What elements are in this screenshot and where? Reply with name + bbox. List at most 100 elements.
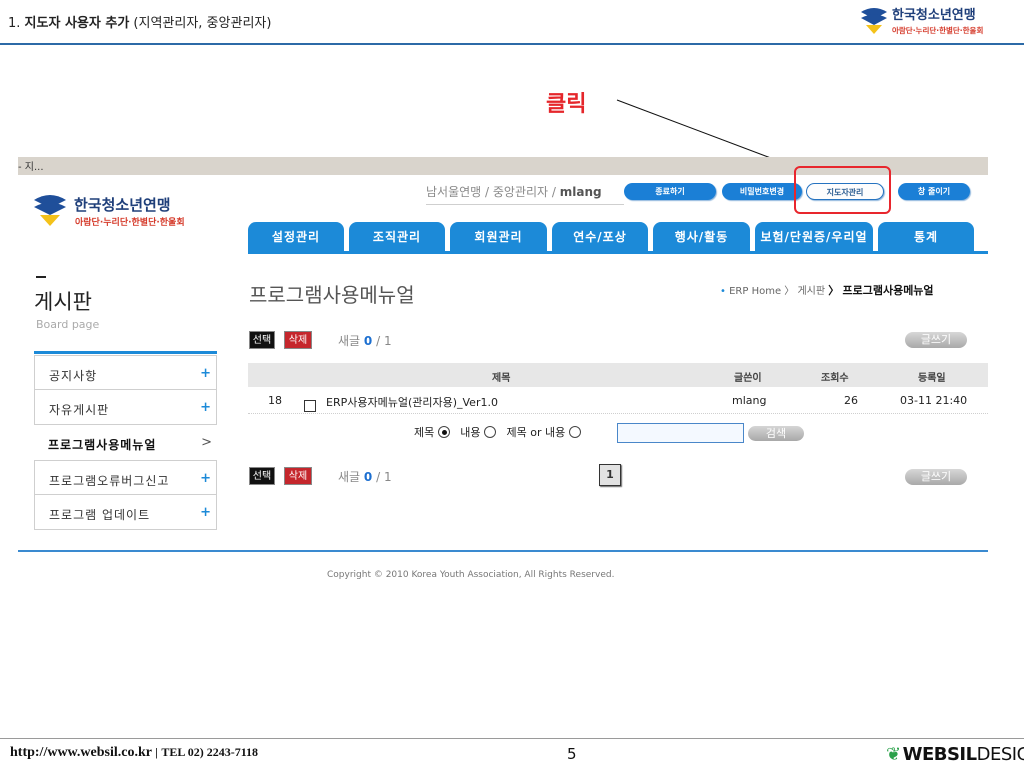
new-label: 새글 (338, 334, 361, 348)
copyright: Copyright © 2010 Korea Youth Association… (327, 570, 615, 580)
slide-logo-name: 한국청소년연맹 (892, 7, 976, 23)
delete-button[interactable]: 삭제 (284, 331, 312, 349)
search-options: 제목 내용 제목 or 내용 (414, 424, 581, 440)
nav-tab-organization[interactable]: 조직관리 (349, 222, 445, 252)
sidebar-item-label: 프로그램오류버그신고 (49, 474, 170, 488)
slide-title-number: 1. (8, 16, 21, 31)
brand-light: DESIGN (976, 744, 1024, 765)
kya-emblem-icon (34, 195, 66, 226)
column-author: 글쓴이 (734, 373, 762, 384)
breadcrumb-current: 프로그램사용메뉴얼 (842, 284, 934, 297)
plus-icon: + (200, 366, 212, 381)
new-label: 새글 (338, 470, 361, 484)
count-separator: / (372, 470, 384, 484)
radio-title-or-content[interactable] (568, 426, 581, 438)
click-highlight-box (794, 166, 891, 214)
plus-icon: + (200, 471, 212, 486)
page-title: 프로그램사용메뉴얼 (249, 283, 415, 307)
sidebar-item-label: 프로그램사용메뉴얼 (48, 438, 157, 452)
bullet-icon: • (720, 286, 726, 297)
brand-bold: WEBSIL (902, 744, 978, 765)
breadcrumb-home[interactable]: ERP Home (729, 286, 781, 297)
sidebar-item-label: 공지사항 (49, 369, 98, 383)
nav-tab-settings[interactable]: 설정관리 (248, 222, 344, 252)
page-number-current[interactable]: 1 (599, 464, 621, 486)
row-date: 03-11 21:40 (900, 394, 968, 407)
slide-title-main: 지도자 사용자 추가 (24, 16, 130, 31)
nav-tab-members[interactable]: 회원관리 (450, 222, 547, 252)
post-count-bottom: 새글 0 / 1 (338, 468, 392, 485)
sidebar-menu: 공지사항 + 자유게시판 + 프로그램사용메뉴얼 > 프로그램오류버그신고 + … (34, 355, 217, 530)
site-logo-sub: 아람단·누리단·한별단·한울회 (75, 216, 185, 228)
sidebar-item-label: 자유게시판 (49, 403, 110, 417)
delete-button-bottom[interactable]: 삭제 (284, 467, 312, 485)
sidebar-top-rule (34, 351, 217, 354)
slide-header-rule (0, 43, 1024, 45)
table-header: 제목 글쓴이 조회수 등록일 (248, 363, 988, 387)
board-title: 게시판 (34, 290, 92, 314)
radio-title[interactable] (437, 426, 450, 438)
nav-tab-insurance[interactable]: 보험/단원증/우리얼 (755, 222, 873, 252)
user-id: mlang (559, 185, 602, 199)
search-opt-both-label: 제목 or 내용 (506, 426, 566, 439)
breadcrumb: • ERP Home 〉 게시판 〉 프로그램사용메뉴얼 (720, 282, 934, 298)
user-region: 남서울연맹 (426, 185, 482, 199)
row-author: mlang (732, 394, 767, 407)
column-views: 조회수 (821, 373, 849, 384)
sidebar-item-program-update[interactable]: 프로그램 업데이트 + (34, 495, 217, 530)
select-button[interactable]: 선택 (249, 331, 275, 349)
kya-emblem-icon (861, 8, 887, 34)
column-title: 제목 (492, 373, 511, 384)
slide-footer-contact: http://www.websil.co.kr | TEL 02) 2243-7… (10, 745, 258, 761)
footer-rule (18, 550, 988, 552)
post-count: 새글 0 / 1 (338, 332, 392, 349)
nav-tab-events[interactable]: 행사/활동 (653, 222, 750, 252)
search-opt-content-label: 내용 (460, 426, 481, 439)
user-info-separator: / (481, 185, 493, 199)
logout-button[interactable]: 종료하기 (624, 183, 716, 200)
minimize-window-button[interactable]: 창 줄이기 (898, 183, 970, 200)
search-input[interactable] (617, 423, 744, 443)
click-annotation: 클릭 (546, 92, 587, 117)
slide-logo: 한국청소년연맹 아람단·누리단·한별단·한울회 (861, 7, 983, 35)
contact-separator: | (155, 745, 158, 759)
write-button[interactable]: 글쓰기 (905, 332, 967, 348)
checkbox-icon (304, 400, 316, 412)
chevron-right-icon: > (201, 435, 213, 450)
search-opt-title-label: 제목 (414, 426, 435, 439)
slide-logo-sub: 아람단·누리단·한별단·한울회 (892, 25, 983, 35)
user-info: 남서울연맹 / 중앙관리자 / mlang (426, 183, 624, 205)
board-subtitle: Board page (36, 318, 100, 331)
user-info-separator: / (548, 185, 560, 199)
plus-icon: + (200, 505, 212, 520)
radio-content[interactable] (484, 426, 496, 438)
change-password-button[interactable]: 비밀번호변경 (722, 183, 802, 200)
breadcrumb-separator: 〉 (784, 286, 795, 297)
website-url[interactable]: http://www.websil.co.kr (10, 745, 152, 760)
write-button-bottom[interactable]: 글쓰기 (905, 469, 967, 485)
row-title-link[interactable]: ERP사용자메뉴얼(관리자용)_Ver1.0 (326, 394, 498, 410)
nav-tab-training[interactable]: 연수/포상 (552, 222, 648, 252)
nav-tab-statistics[interactable]: 통계 (878, 222, 974, 252)
board-dash (36, 276, 46, 278)
breadcrumb-board[interactable]: 게시판 (797, 286, 825, 297)
site-logo-name: 한국청소년연맹 (74, 196, 171, 214)
phone-number: TEL 02) 2243-7118 (161, 745, 259, 759)
sidebar-item-program-manual[interactable]: 프로그램사용메뉴얼 > (34, 425, 217, 460)
sidebar-item-notice[interactable]: 공지사항 + (34, 355, 217, 390)
count-separator: / (372, 334, 384, 348)
websil-leaf-icon: ❦ (886, 744, 901, 765)
websil-logo: ❦WEBSILDESIGN (886, 744, 1024, 765)
slide-page-number: 5 (567, 745, 577, 763)
select-button-bottom[interactable]: 선택 (249, 467, 275, 485)
column-date: 등록일 (918, 373, 946, 384)
plus-icon: + (200, 400, 212, 415)
sidebar-item-bug-report[interactable]: 프로그램오류버그신고 + (34, 460, 217, 495)
breadcrumb-separator: 〉 (828, 284, 840, 297)
row-number: 18 (268, 394, 282, 407)
slide-title-sub: (지역관리자, 중앙관리자) (133, 16, 272, 31)
search-button[interactable]: 검색 (748, 426, 804, 441)
sidebar-item-free-board[interactable]: 자유게시판 + (34, 390, 217, 425)
site-logo[interactable]: 한국청소년연맹 아람단·누리단·한별단·한울회 (30, 190, 220, 230)
table-row[interactable]: 18 ERP사용자메뉴얼(관리자용)_Ver1.0 mlang 26 03-11… (248, 388, 988, 414)
